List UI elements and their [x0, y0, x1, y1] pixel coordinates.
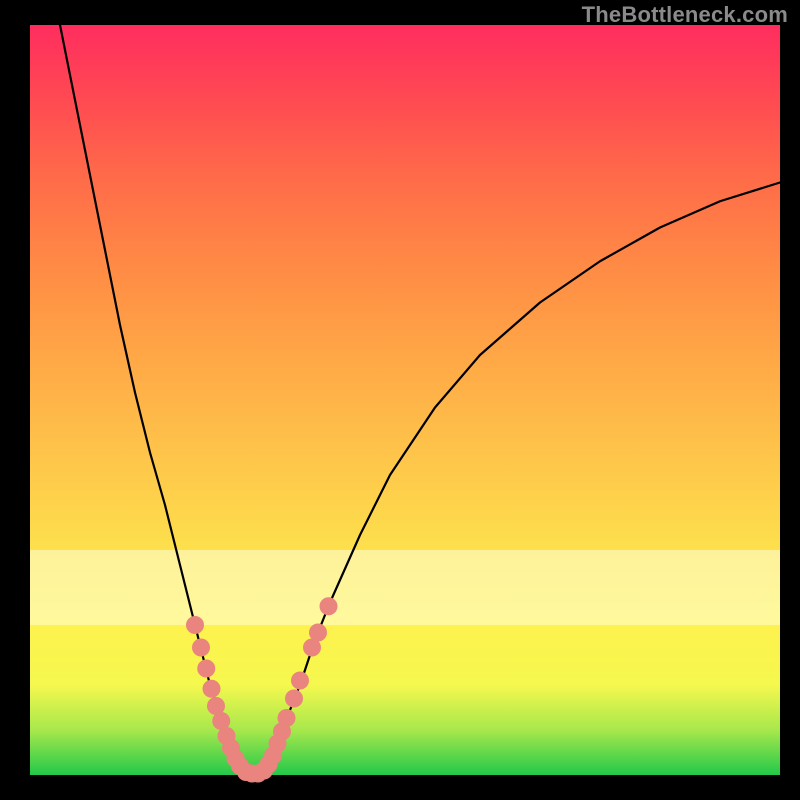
curve-group — [60, 25, 780, 775]
data-dot — [291, 672, 309, 690]
bottleneck-curve — [60, 25, 780, 775]
dots-group — [186, 597, 338, 782]
data-dot — [197, 660, 215, 678]
data-dot — [320, 597, 338, 615]
data-dot — [285, 690, 303, 708]
chart-svg — [30, 25, 780, 775]
data-dot — [186, 616, 204, 634]
data-dot — [278, 709, 296, 727]
data-dot — [309, 624, 327, 642]
data-dot — [203, 680, 221, 698]
data-dot — [192, 639, 210, 657]
